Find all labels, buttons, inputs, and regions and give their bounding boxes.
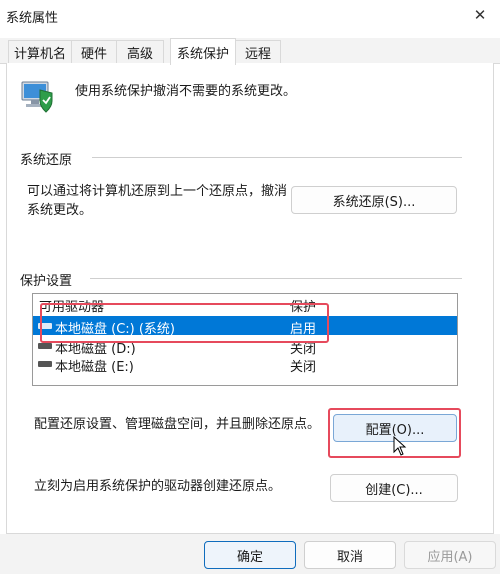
drive-name: 本地磁盘 (E:) <box>55 360 134 375</box>
tab-strip: 计算机名 硬件 高级 系统保护 远程 <box>0 38 500 65</box>
create-description: 立刻为启用系统保护的驱动器创建还原点。 <box>34 479 282 494</box>
tab-hardware[interactable]: 硬件 <box>71 40 117 64</box>
system-properties-window: 系统属性 ✕ 计算机名 硬件 高级 系统保护 远程 使用系统保护撤消不需要的系统… <box>0 0 500 574</box>
system-restore-button[interactable]: 系统还原(S)... <box>291 186 457 214</box>
column-header-protection[interactable]: 保护 <box>290 296 316 315</box>
drive-icon <box>38 361 52 367</box>
drive-row-c[interactable]: 本地磁盘 (C:) (系统) 启用 <box>33 316 457 337</box>
system-restore-section-title: 系统还原 <box>20 149 81 168</box>
drive-name: 本地磁盘 (C:) (系统) <box>55 322 176 337</box>
title-bar: 系统属性 ✕ <box>0 0 500 32</box>
section-divider <box>92 157 462 158</box>
tab-remote[interactable]: 远程 <box>235 40 281 64</box>
intro-text: 使用系统保护撤消不需要的系统更改。 <box>75 84 297 99</box>
tab-computer-name[interactable]: 计算机名 <box>8 40 72 64</box>
window-title: 系统属性 <box>6 11 59 26</box>
tab-system-protection[interactable]: 系统保护 <box>170 38 236 65</box>
ok-button[interactable]: 确定 <box>204 541 296 569</box>
drive-row-e[interactable]: 本地磁盘 (E:) 关闭 <box>33 354 457 375</box>
system-protection-shield-icon <box>21 81 53 113</box>
section-divider <box>90 278 462 279</box>
drive-list[interactable]: 可用驱动器 保护 本地磁盘 (C:) (系统) 启用 本地磁盘 (D:) 关闭 … <box>32 293 458 386</box>
drive-protection-status: 启用 <box>290 322 317 337</box>
cancel-button[interactable]: 取消 <box>304 541 396 569</box>
mouse-cursor-icon <box>393 436 407 456</box>
drive-icon <box>38 343 52 349</box>
column-header-drive[interactable]: 可用驱动器 <box>39 296 104 315</box>
apply-button[interactable]: 应用(A) <box>404 541 496 569</box>
drive-icon <box>38 323 52 329</box>
dialog-footer: 确定 取消 应用(A) <box>0 534 500 574</box>
tab-advanced[interactable]: 高级 <box>116 40 164 64</box>
drive-protection-status: 关闭 <box>290 360 317 375</box>
drive-row-d[interactable]: 本地磁盘 (D:) 关闭 <box>33 336 457 357</box>
configure-description: 配置还原设置、管理磁盘空间，并且删除还原点。 <box>34 417 321 432</box>
create-button[interactable]: 创建(C)... <box>330 474 458 502</box>
close-button[interactable]: ✕ <box>460 0 500 30</box>
restore-description-line1: 可以通过将计算机还原到上一个还原点，撤消 <box>27 184 288 199</box>
protection-settings-section-title: 保护设置 <box>20 270 81 289</box>
drive-list-header: 可用驱动器 保护 <box>33 294 457 315</box>
restore-description-line2: 系统更改。 <box>27 203 93 218</box>
close-icon: ✕ <box>473 6 487 24</box>
